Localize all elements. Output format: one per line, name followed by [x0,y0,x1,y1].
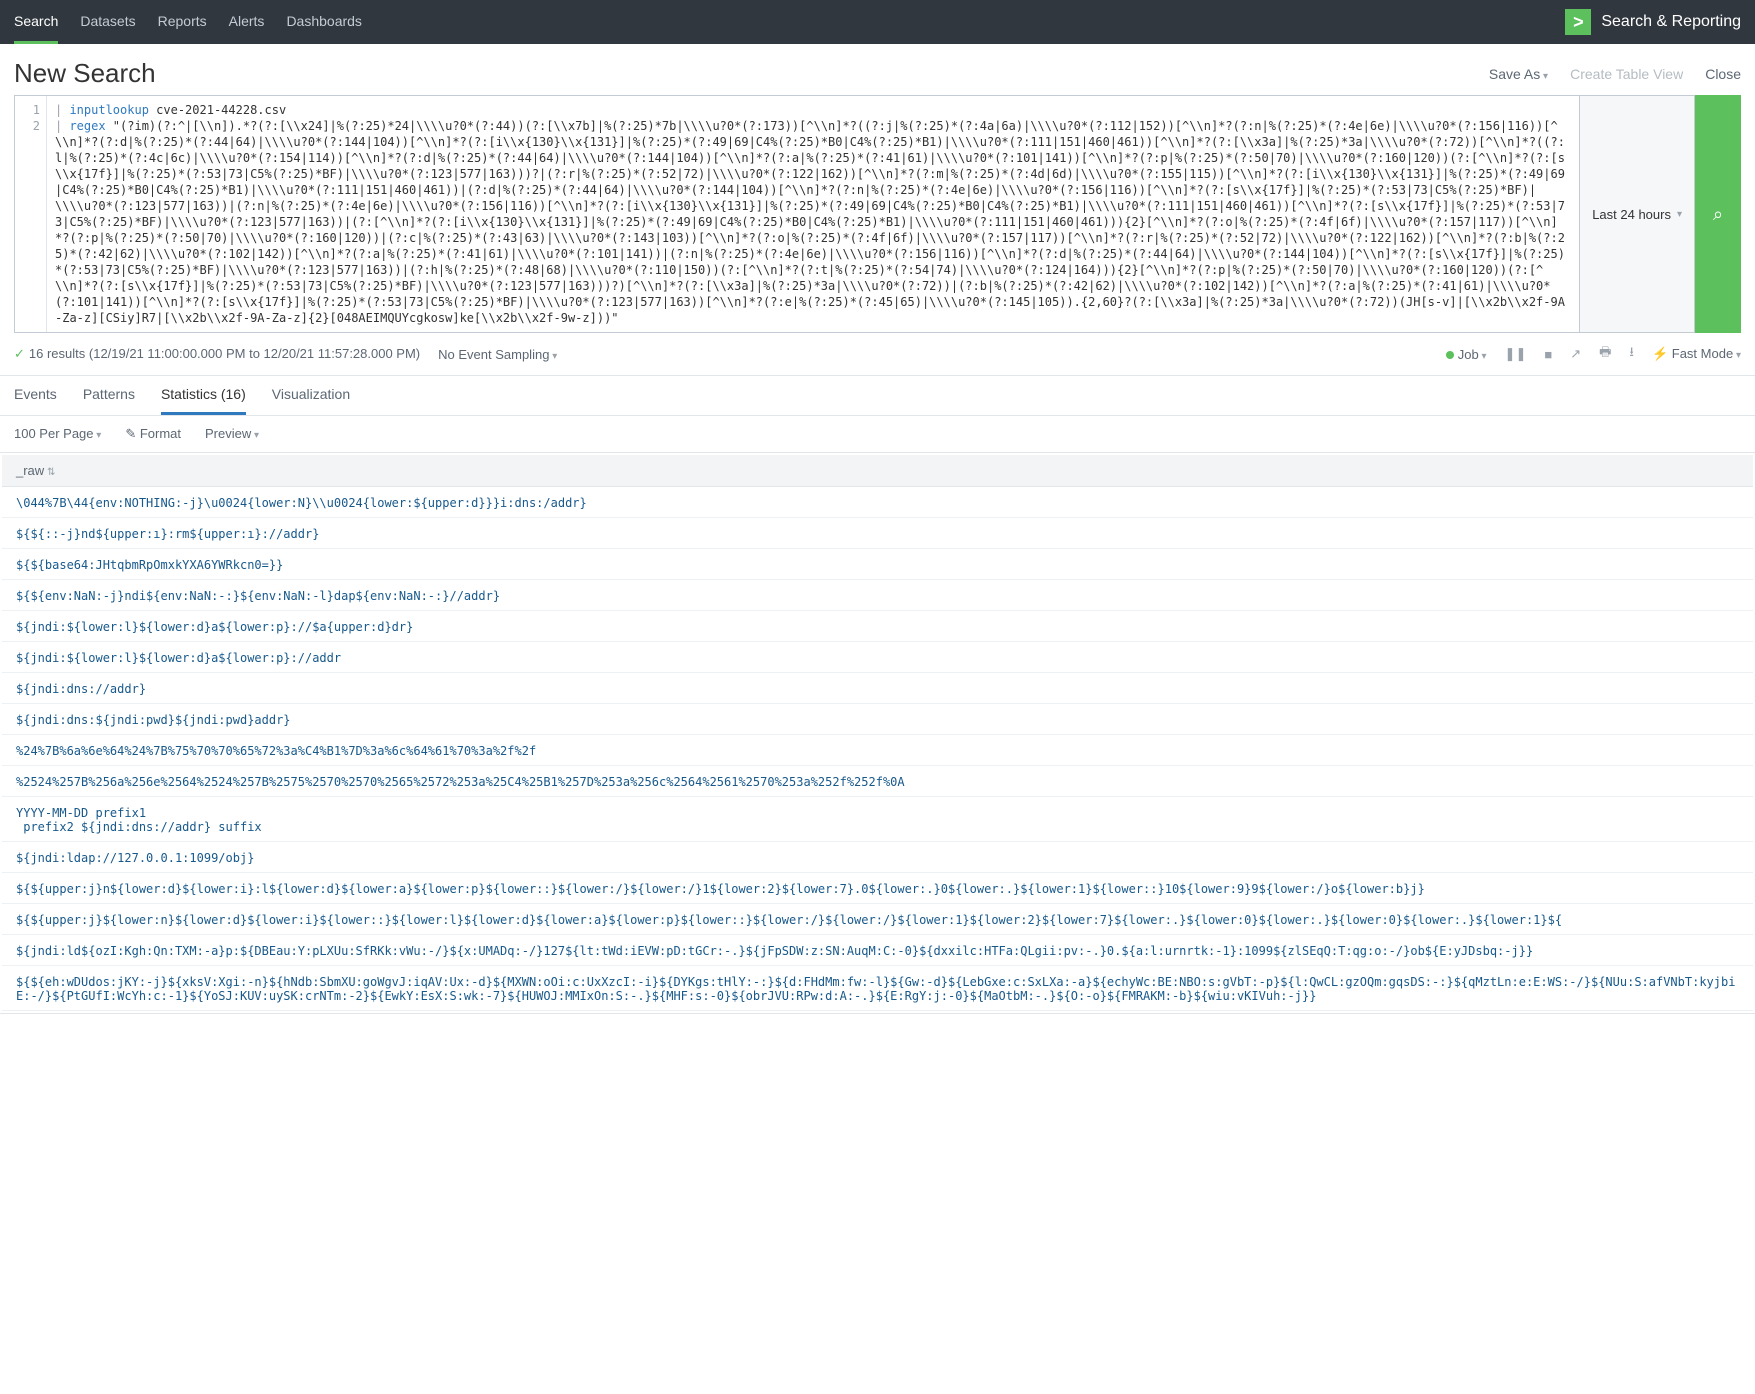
nav-search[interactable]: Search [14,1,58,44]
table-row[interactable]: %24%7B%6a%6e%64%24%7B%75%70%70%65%72%3a%… [2,737,1753,766]
save-as-button[interactable]: Save As [1489,66,1548,82]
raw-cell: ${${upper:j}${lower:n}${lower:d}${lower:… [2,906,1753,935]
event-sampling-dropdown[interactable]: No Event Sampling [438,347,557,362]
tab-patterns[interactable]: Patterns [83,376,135,415]
results-summary: ✓16 results (12/19/21 11:00:00.000 PM to… [14,346,420,362]
raw-cell: %24%7B%6a%6e%64%24%7B%75%70%70%65%72%3a%… [2,737,1753,766]
nav-reports[interactable]: Reports [158,1,207,44]
spl-arg: "(?im)(?:^|[\\n]).*?(?:[\\x24]|%(?:25)*2… [55,119,1565,325]
result-tabs: Events Patterns Statistics (16) Visualiz… [0,376,1755,416]
brand-label: Search & Reporting [1601,13,1741,31]
raw-cell: ${${base64:JHtqbmRpOmxkYXA6YWRkcn0=}} [2,551,1753,580]
table-row[interactable]: ${jndi:dns://addr} [2,675,1753,704]
app-brand[interactable]: > Search & Reporting [1565,9,1741,35]
line-gutter: 1 2 [15,96,47,332]
stop-icon[interactable]: ■ [1544,347,1552,362]
table-row[interactable]: ${jndi:ldap://127.0.0.1:1099/obj} [2,844,1753,873]
raw-cell: ${jndi:${lower:l}${lower:d}a${lower:p}:/… [2,644,1753,673]
per-page-dropdown[interactable]: 100 Per Page [14,426,101,442]
header-actions: Save As Create Table View Close [1489,66,1741,82]
table-row[interactable]: %2524%257B%256a%256e%2564%2524%257B%2575… [2,768,1753,797]
time-range-picker[interactable]: Last 24 hours [1580,95,1695,333]
page-title: New Search [14,58,156,89]
raw-cell: ${${eh:wDUdos:jKY:-j}${xksV:Xgi:-n}${hNd… [2,968,1753,1011]
raw-cell: \044%7B\44{env:NOTHING:-j}\u0024{lower:N… [2,489,1753,518]
share-icon[interactable]: ↗ [1570,346,1581,362]
pause-icon[interactable]: ❚❚ [1505,346,1527,362]
search-editor[interactable]: 1 2 | inputlookup cve-2021-44228.csv | r… [14,95,1580,333]
raw-cell: YYYY-MM-DD prefix1 prefix2 ${jndi:dns://… [2,799,1753,842]
job-status-bar: ✓16 results (12/19/21 11:00:00.000 PM to… [0,333,1755,376]
page-header: New Search Save As Create Table View Clo… [0,44,1755,95]
gutter-line: 2 [15,118,40,134]
table-toolbar: 100 Per Page ✎ Format Preview [0,416,1755,452]
download-icon[interactable]: ⭳ [1629,343,1634,365]
nav-dashboards[interactable]: Dashboards [286,1,362,44]
results-table: _raw \044%7B\44{env:NOTHING:-j}\u0024{lo… [0,452,1755,1013]
print-icon[interactable]: 🖶 [1599,343,1611,365]
job-menu[interactable]: Job [1446,347,1487,362]
table-row[interactable]: ${jndi:ld${ozI:Kgh:Qn:TXM:-a}p:${DBEau:Y… [2,937,1753,966]
raw-cell: ${jndi:dns:${jndi:pwd}${jndi:pwd}addr} [2,706,1753,735]
spl-command: inputlookup [69,103,148,117]
create-table-view-button: Create Table View [1570,66,1683,82]
search-icon: ⌕ [1713,204,1723,225]
close-button[interactable]: Close [1705,66,1741,82]
table-row[interactable]: ${jndi:dns:${jndi:pwd}${jndi:pwd}addr} [2,706,1753,735]
format-button[interactable]: ✎ Format [125,426,181,442]
table-row[interactable]: ${${upper:j}${lower:n}${lower:d}${lower:… [2,906,1753,935]
raw-cell: %2524%257B%256a%256e%2564%2524%257B%2575… [2,768,1753,797]
raw-cell: ${jndi:ldap://127.0.0.1:1099/obj} [2,844,1753,873]
search-mode-dropdown[interactable]: Fast Mode [1652,346,1741,362]
raw-cell: ${jndi:dns://addr} [2,675,1753,704]
top-nav-links: Search Datasets Reports Alerts Dashboard… [14,1,1565,44]
search-bar: 1 2 | inputlookup cve-2021-44228.csv | r… [0,95,1755,333]
raw-cell: ${${::-j}nd${upper:ı}:rm${upper:ı}://add… [2,520,1753,549]
raw-cell: ${jndi:ld${ozI:Kgh:Qn:TXM:-a}p:${DBEau:Y… [2,937,1753,966]
table-row[interactable]: ${${env:NaN:-j}ndi${env:NaN:-:}${env:NaN… [2,582,1753,611]
run-search-button[interactable]: ⌕ [1695,95,1741,333]
table-row[interactable]: ${${upper:j}n${lower:d}${lower:i}:l${low… [2,875,1753,904]
table-row[interactable]: ${${base64:JHtqbmRpOmxkYXA6YWRkcn0=}} [2,551,1753,580]
table-row[interactable]: ${jndi:${lower:l}${lower:d}a${lower:p}:/… [2,644,1753,673]
brand-logo-icon: > [1565,9,1591,35]
table-row[interactable]: ${${eh:wDUdos:jKY:-j}${xksV:Xgi:-n}${hNd… [2,968,1753,1011]
tab-visualization[interactable]: Visualization [272,376,350,415]
table-row[interactable]: ${jndi:${lower:l}${lower:d}a${lower:p}:/… [2,613,1753,642]
top-navbar: Search Datasets Reports Alerts Dashboard… [0,0,1755,44]
spl-command: regex [69,119,105,133]
search-code[interactable]: | inputlookup cve-2021-44228.csv | regex… [47,96,1579,332]
gutter-line: 1 [15,102,40,118]
horizontal-scrollbar[interactable] [0,1013,1755,1029]
nav-alerts[interactable]: Alerts [229,1,265,44]
raw-cell: ${${env:NaN:-j}ndi${env:NaN:-:}${env:NaN… [2,582,1753,611]
column-header-raw[interactable]: _raw [2,455,1753,487]
table-row[interactable]: YYYY-MM-DD prefix1 prefix2 ${jndi:dns://… [2,799,1753,842]
preview-dropdown[interactable]: Preview [205,426,259,442]
raw-cell: ${${upper:j}n${lower:d}${lower:i}:l${low… [2,875,1753,904]
tab-statistics[interactable]: Statistics (16) [161,376,246,415]
table-row[interactable]: \044%7B\44{env:NOTHING:-j}\u0024{lower:N… [2,489,1753,518]
nav-datasets[interactable]: Datasets [80,1,135,44]
raw-cell: ${jndi:${lower:l}${lower:d}a${lower:p}:/… [2,613,1753,642]
spl-arg: cve-2021-44228.csv [149,103,286,117]
table-row[interactable]: ${${::-j}nd${upper:ı}:rm${upper:ı}://add… [2,520,1753,549]
tab-events[interactable]: Events [14,376,57,415]
